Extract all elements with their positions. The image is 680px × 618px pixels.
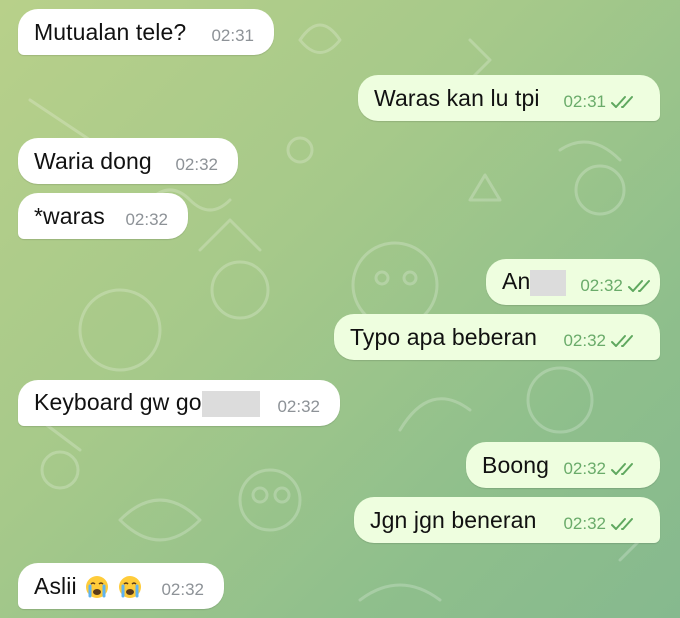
message-text: Mutualan tele?: [34, 18, 187, 45]
message-time: 02:32: [161, 580, 204, 599]
double-check-read-icon: [627, 280, 650, 292]
message-time: 02:31: [563, 92, 606, 111]
message-time: 02:32: [125, 210, 168, 229]
message-bubble-incoming[interactable]: *waras 02:32: [18, 193, 188, 239]
message-text: Typo apa beberan: [350, 323, 538, 350]
double-check-read-icon: [611, 335, 633, 347]
message-time: 02:32: [175, 155, 218, 174]
message-time: 02:31: [211, 26, 254, 45]
message-meta: 02:32: [175, 147, 218, 175]
redaction-block: [530, 269, 567, 296]
message-time: 02:32: [563, 331, 606, 350]
message-text: An: [502, 268, 531, 295]
message-bubble-outgoing[interactable]: Waras kan lu tpi 02:31: [358, 75, 660, 121]
message-meta: 02:32: [580, 268, 657, 296]
message-text: Boong: [482, 451, 550, 478]
message-meta: 02:31: [563, 84, 640, 112]
message-meta: 02:31: [211, 18, 254, 46]
message-bubble-outgoing[interactable]: Jgn jgn beneran 02:32: [354, 497, 660, 543]
double-check-read-icon: [611, 518, 633, 530]
message-bubble-incoming[interactable]: Mutualan tele? 02:31: [18, 9, 274, 55]
double-check-read-icon: [611, 463, 633, 475]
chat-area: Mutualan tele? 02:31 Waras kan lu tpi 02…: [0, 0, 680, 618]
message-meta: 02:32: [125, 202, 168, 230]
message-meta: 02:32: [563, 506, 640, 534]
message-text: Keyboard gw go: [34, 389, 202, 416]
loudly-crying-face-icon: [86, 576, 109, 599]
loudly-crying-face-icon: [118, 576, 141, 599]
message-text-redacted: Keyboard gw go: [34, 389, 260, 417]
message-bubble-incoming[interactable]: Waria dong 02:32: [18, 138, 238, 184]
redaction-block: [201, 390, 260, 417]
message-text-redacted: An: [502, 268, 567, 296]
message-text-with-emoji: Aslii: [34, 573, 142, 600]
message-bubble-outgoing[interactable]: Boong 02:32: [466, 442, 660, 488]
message-time: 02:32: [580, 276, 623, 295]
message-text: Aslii: [34, 572, 77, 599]
message-time: 02:32: [563, 514, 606, 533]
message-meta: 02:32: [161, 572, 204, 600]
message-meta: 02:32: [563, 451, 640, 479]
message-bubble-incoming[interactable]: Keyboard gw go 02:32: [18, 380, 340, 426]
message-text: Jgn jgn beneran: [370, 506, 537, 533]
message-bubble-outgoing[interactable]: Typo apa beberan 02:32: [334, 314, 660, 360]
message-meta: 02:32: [277, 389, 320, 417]
double-check-read-icon: [611, 96, 633, 108]
message-text: *waras: [34, 202, 105, 229]
message-time: 02:32: [563, 459, 606, 478]
message-bubble-incoming[interactable]: Aslii 02:32: [18, 563, 224, 609]
message-meta: 02:32: [563, 323, 640, 351]
message-bubble-outgoing[interactable]: An 02:32: [486, 259, 660, 305]
message-time: 02:32: [277, 397, 320, 416]
message-text: Waria dong: [34, 147, 152, 174]
message-text: Waras kan lu tpi: [374, 84, 540, 111]
